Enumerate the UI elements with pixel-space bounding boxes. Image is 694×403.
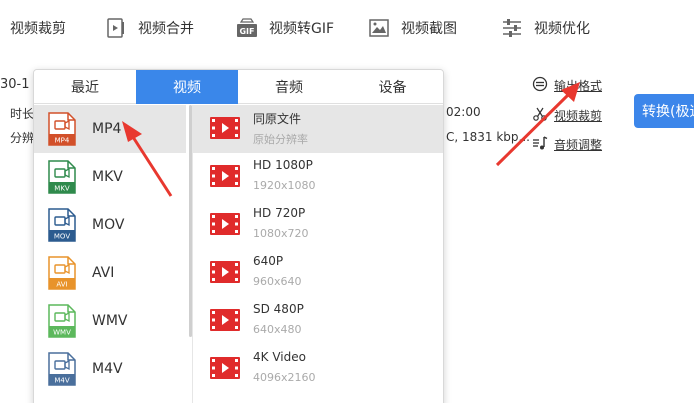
audio-adjust-label: 音频调整 [554,137,603,152]
format-label: M4V [92,361,123,377]
format-label: WMV [92,313,128,329]
quality-item[interactable]: HD 1080P 1920x1080 [193,153,443,201]
format-label: MOV [92,217,125,233]
film-icon [210,165,240,187]
toolbar-label: 视频截图 [401,21,457,37]
codec-info: C, 1831 kbp... [446,130,530,144]
tab-label: 设备 [378,80,407,96]
quality-resolution: 640x480 [253,323,302,336]
output-format-link[interactable]: 输出格式 [532,76,602,94]
svg-text:AVI: AVI [56,281,67,289]
tab-label: 最近 [71,80,99,96]
quality-resolution: 960x640 [253,275,302,288]
svg-text:WMV: WMV [53,329,71,337]
quality-name: SD 480P [253,302,304,316]
video-merge-tool[interactable]: 视频合并 [104,12,194,44]
output-format-icon [532,76,548,95]
format-label: MKV [92,169,123,185]
format-item-mkv[interactable]: MKV MKV [34,153,186,201]
quality-name: HD 1080P [253,158,313,172]
screenshot-icon [367,16,391,40]
quality-name: HD 720P [253,206,306,220]
quality-item[interactable]: SD 480P 640x480 [193,297,443,345]
svg-text:MOV: MOV [54,233,70,241]
format-tabs: 最近 视频 音频 设备 [34,70,443,104]
video-file-icon: MKV [47,160,77,194]
film-icon [210,261,240,283]
format-item-mp4[interactable]: MP4 MP4 [34,105,186,153]
format-list: MP4 MP4 MKV MKV MOV MOV AVI AVI WMV WMV M4V M4V [34,105,189,403]
output-format-label: 输出格式 [554,78,603,93]
audio-adjust-link[interactable]: 音频调整 [532,135,602,153]
format-item-avi[interactable]: AVI AVI [34,249,186,297]
tab-video[interactable]: 视频 [136,70,238,104]
video-file-icon: MOV [47,208,77,242]
duration-label: 时长 [10,107,35,121]
video-file-icon: MP4 [47,112,77,146]
film-icon [210,117,240,139]
quality-item[interactable]: 4K Video 4096x2160 [193,345,443,393]
convert-button[interactable]: 转换(极速 [634,94,694,128]
duration-value: 02:00 [446,105,481,119]
format-item-m4v[interactable]: M4V M4V [34,345,186,393]
tab-device[interactable]: 设备 [340,70,443,104]
video-screenshot-tool[interactable]: 视频截图 [367,12,457,44]
quality-resolution: 4096x2160 [253,371,316,384]
optimize-icon [500,16,524,40]
format-popup: 最近 视频 音频 设备 MP4 MP4 MKV MKV MOV MOV AVI AVI WMV W… [33,69,444,403]
film-icon [210,357,240,379]
format-item-mov[interactable]: MOV MOV [34,201,186,249]
video-file-icon: M4V [47,352,77,386]
svg-text:MKV: MKV [54,185,70,193]
top-toolbar: 视频裁剪 视频合并 GIF 视频转GIF 视频截图 视频优化 [0,0,694,56]
video-crop-tool[interactable]: 视频裁剪 [10,12,66,44]
format-label: AVI [92,265,115,281]
tab-label: 视频 [173,80,201,96]
music-icon [532,135,548,154]
video-file-icon: WMV [47,304,77,338]
format-label: MP4 [92,121,122,137]
quality-resolution: 原始分辨率 [253,133,308,146]
format-item-wmv[interactable]: WMV WMV [34,297,186,345]
video-to-gif-tool[interactable]: GIF 视频转GIF [235,12,334,44]
tab-recent[interactable]: 最近 [34,70,136,104]
video-crop-link[interactable]: 视频裁剪 [532,106,602,124]
scissors-icon [532,106,548,125]
file-name-fragment: 30-1 [0,77,30,92]
gif-icon: GIF [235,16,259,40]
video-crop-label: 视频裁剪 [554,108,603,123]
svg-text:M4V: M4V [54,377,69,385]
quality-name: 4K Video [253,350,306,364]
toolbar-label: 视频优化 [534,21,590,37]
video-merge-icon [104,16,128,40]
quality-resolution: 1080x720 [253,227,309,240]
tab-label: 音频 [275,80,303,96]
quality-list: 同原文件原始分辨率 HD 1080P 1920x1080 HD 720P 1080x72… [193,105,443,403]
quality-item[interactable]: 640P 960x640 [193,249,443,297]
resolution-label: 分辨 [10,131,35,145]
tab-audio[interactable]: 音频 [238,70,340,104]
toolbar-label: 视频裁剪 [10,21,66,37]
quality-name: 同原文件 [253,112,302,126]
svg-text:MP4: MP4 [55,137,70,145]
film-icon [210,213,240,235]
film-icon [210,309,240,331]
toolbar-label: 视频合并 [138,21,194,37]
quality-name: 640P [253,254,284,268]
quality-item[interactable]: HD 720P 1080x720 [193,201,443,249]
quality-item[interactable]: 同原文件 原始分辨率 [193,105,443,153]
video-optimize-tool[interactable]: 视频优化 [500,12,590,44]
toolbar-label: 视频转GIF [269,21,335,37]
quality-resolution: 1920x1080 [253,179,316,192]
svg-text:GIF: GIF [239,27,254,36]
convert-button-label: 转换(极速 [642,104,694,120]
video-file-icon: AVI [47,256,77,290]
